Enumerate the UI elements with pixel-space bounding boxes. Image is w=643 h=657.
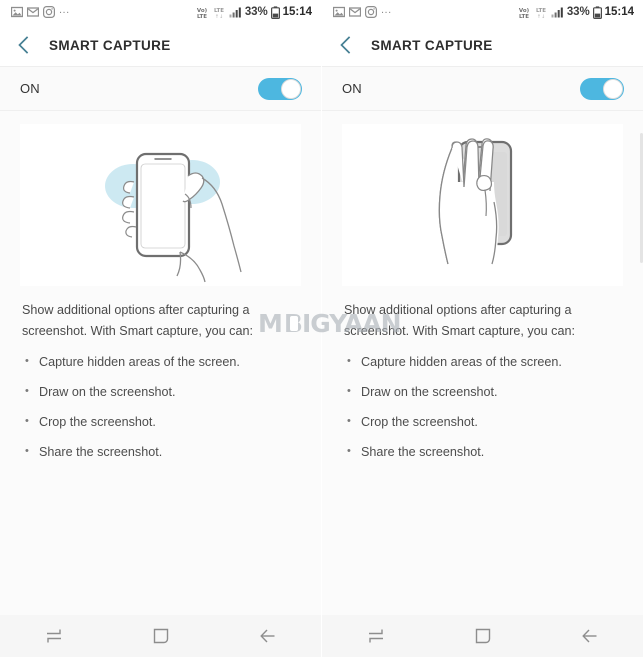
smart-capture-switch[interactable] [258,77,302,100]
illustration-card-left [20,124,301,286]
lte-network-icon: LTE ↑↓ [214,8,224,19]
page-title: SMART CAPTURE [49,37,171,53]
home-button[interactable] [133,615,189,657]
signal-strength-icon [551,7,563,18]
svg-text:↑↓: ↑↓ [215,14,223,19]
back-icon [259,629,274,643]
nav-spacer [0,600,321,615]
svg-text:LTE: LTE [519,14,529,19]
battery-icon [270,5,280,19]
feature-list: Capture hidden areas of the screen. Draw… [344,352,621,462]
dual-screenshot-container: ... Vo) LTE LTE ↑↓ 33% 15:14 SMART CAPTU… [0,0,643,657]
navigation-bar [322,615,643,657]
palm-swipe-illustration [438,138,513,265]
illustration-card-right [342,124,623,286]
recents-icon [46,629,61,643]
app-bar: SMART CAPTURE [0,24,321,66]
switch-knob [281,78,301,99]
status-overflow-dots: ... [381,4,392,16]
hand-holding-phone-illustration [105,152,242,283]
feature-list-wrap: Capture hidden areas of the screen. Draw… [344,352,621,462]
switch-knob [603,78,623,99]
list-item: Crop the screenshot. [344,412,621,432]
phone-screen-right: ... Vo) LTE LTE ↑↓ 33% 15:14 SMART CAPTU… [321,0,643,657]
back-icon [581,629,596,643]
recents-icon [368,629,383,643]
list-item: Crop the screenshot. [22,412,299,432]
feature-list-wrap: Capture hidden areas of the screen. Draw… [22,352,299,462]
status-bar: ... Vo) LTE LTE ↑↓ 33% 15:14 [322,0,643,24]
content-area: Show additional options after capturing … [322,111,643,600]
list-item: Share the screenshot. [22,442,299,462]
status-overflow-dots: ... [59,4,70,16]
svg-text:↑↓: ↑↓ [537,14,545,19]
app-bar: SMART CAPTURE [322,24,643,66]
phone-screen-left: ... Vo) LTE LTE ↑↓ 33% 15:14 SMART CAPTU… [0,0,321,657]
smart-capture-switch[interactable] [580,77,624,100]
back-arrow-icon[interactable] [335,34,357,56]
clock-label: 15:14 [282,6,312,18]
description-paragraph: Show additional options after capturing … [344,303,575,338]
back-button[interactable] [240,615,296,657]
smart-capture-toggle-row[interactable]: ON [322,66,643,111]
home-icon [153,628,168,644]
list-item: Draw on the screenshot. [22,382,299,402]
list-item: Draw on the screenshot. [344,382,621,402]
navigation-bar [0,615,321,657]
status-notification-icons: ... [333,4,392,18]
svg-text:LTE: LTE [197,14,207,19]
lte-network-icon: LTE ↑↓ [536,8,546,19]
toggle-state-label: ON [20,81,40,96]
nav-spacer [322,600,643,615]
recents-button[interactable] [348,615,404,657]
toggle-state-label: ON [342,81,362,96]
feature-list: Capture hidden areas of the screen. Draw… [22,352,299,462]
battery-percent-label: 33% [244,6,268,18]
list-item: Capture hidden areas of the screen. [22,352,299,372]
status-notification-icons: ... [11,4,70,18]
instagram-icon [365,6,377,18]
description-paragraph: Show additional options after capturing … [22,303,253,338]
volte-icon: Vo) LTE [519,8,530,19]
clock-label: 15:14 [604,6,634,18]
page-title: SMART CAPTURE [371,37,493,53]
home-icon [475,628,490,644]
signal-strength-icon [229,7,241,18]
battery-percent-label: 33% [566,6,590,18]
gmail-icon [349,7,361,17]
status-system-icons: Vo) LTE LTE ↑↓ 33% 15:14 [517,5,634,19]
gmail-icon [27,7,39,17]
back-button[interactable] [562,615,618,657]
gallery-icon [11,6,23,18]
battery-icon [592,5,602,19]
smart-capture-toggle-row[interactable]: ON [0,66,321,111]
back-arrow-icon[interactable] [13,34,35,56]
status-bar: ... Vo) LTE LTE ↑↓ 33% 15:14 [0,0,321,24]
list-item: Capture hidden areas of the screen. [344,352,621,372]
gallery-icon [333,6,345,18]
content-area: Show additional options after capturing … [0,111,321,600]
recents-button[interactable] [26,615,82,657]
home-button[interactable] [455,615,511,657]
instagram-icon [43,6,55,18]
status-system-icons: Vo) LTE LTE ↑↓ 33% 15:14 [195,5,312,19]
volte-icon: Vo) LTE [197,8,208,19]
list-item: Share the screenshot. [344,442,621,462]
